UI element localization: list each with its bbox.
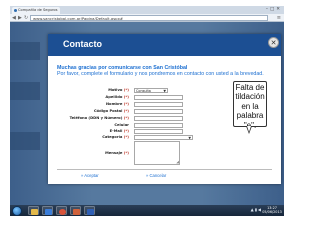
close-window-icon[interactable]: ✕: [276, 7, 282, 12]
taskbar-app-word[interactable]: [84, 206, 95, 215]
required-mark: (*): [123, 151, 129, 155]
clock-date: 05/06/2013: [262, 210, 282, 215]
apellido-input[interactable]: [134, 95, 183, 100]
resize-grip-icon[interactable]: ◢: [176, 160, 179, 165]
field-label-telefono: Teléfono (DDN y Número) (*): [69, 116, 129, 120]
windows-taskbar: ▲▮◀ 13:27 05/06/2013: [10, 205, 284, 216]
mensaje-textarea[interactable]: ◢: [134, 141, 180, 165]
field-label-nombre: Nombre (*): [105, 102, 129, 106]
close-modal-button[interactable]: ✕: [268, 37, 279, 48]
telefono-input[interactable]: [134, 116, 183, 121]
cancel-button[interactable]: » Cancelar: [146, 173, 166, 178]
powerpoint-icon: [73, 208, 80, 215]
modal-title: Contacto: [63, 39, 102, 49]
browser-menu-icon[interactable]: ≡: [277, 15, 281, 21]
taskbar-app-powerpoint[interactable]: [70, 206, 81, 215]
required-mark: (*): [123, 109, 129, 113]
annotation-callout: Falta de tildación en la palabra "e".: [233, 81, 267, 130]
background-banner: [10, 42, 40, 60]
taskbar-clock[interactable]: 13:27 05/06/2013: [262, 206, 282, 214]
instructions-text: Por favor, complete el formulario y nos …: [57, 71, 264, 77]
window-controls[interactable]: –□✕: [266, 7, 282, 12]
required-mark: (*): [123, 129, 129, 133]
browser-icon: [59, 208, 66, 215]
nombre-input[interactable]: [134, 102, 183, 107]
required-mark: (*): [123, 102, 129, 106]
email-input[interactable]: [134, 129, 183, 134]
browser-toolbar: ◀ ▶ ↻ www.sancristobal.com.ar/Pagina/Def…: [10, 14, 284, 22]
background-banner: [10, 132, 40, 150]
field-label-apellido: Apellido (*): [105, 95, 129, 99]
codigo-postal-input[interactable]: [134, 109, 183, 114]
required-mark: (*): [123, 88, 129, 92]
browser-tab[interactable]: Compañía de Seguros: [12, 7, 60, 14]
media-player-icon: [45, 208, 52, 215]
forward-icon[interactable]: ▶: [18, 15, 22, 21]
modal-footer: » Aceptar » Cancelar: [48, 167, 281, 184]
field-label-mensaje: Mensaje (*): [105, 151, 129, 155]
address-bar[interactable]: www.sancristobal.com.ar/Pagina/Default.a…: [30, 15, 268, 21]
categoria-select[interactable]: ▼: [134, 135, 193, 140]
word-icon: [87, 208, 94, 215]
chevron-down-icon: ▼: [163, 89, 166, 93]
back-icon[interactable]: ◀: [12, 15, 16, 21]
footer-divider: [57, 169, 272, 170]
start-button[interactable]: [12, 205, 22, 216]
site-favicon-icon: [13, 9, 17, 12]
folder-icon: [31, 208, 38, 215]
browser-tab-bar: Compañía de Seguros –□✕: [10, 6, 284, 14]
field-label-celular: Celular: [114, 123, 129, 127]
system-tray[interactable]: ▲▮◀: [251, 207, 262, 212]
required-mark: (*): [123, 116, 129, 120]
taskbar-app-media[interactable]: [42, 206, 53, 215]
required-mark: (*): [123, 95, 129, 99]
motivo-select[interactable]: Consulta ▼: [134, 88, 168, 93]
field-label-codigo-postal: Código Postal (*): [93, 109, 129, 113]
reload-icon[interactable]: ↻: [24, 15, 28, 21]
celular-input[interactable]: [134, 123, 183, 128]
tab-title: Compañía de Seguros: [18, 8, 58, 12]
taskbar-app-explorer[interactable]: [28, 206, 39, 215]
taskbar-app-browser[interactable]: [56, 206, 67, 215]
modal-header: Contacto ✕: [48, 34, 281, 56]
background-banner: [10, 82, 40, 100]
callout-pointer-fill: [246, 126, 251, 132]
chevron-down-icon: ▼: [188, 136, 191, 140]
required-mark: (*): [123, 135, 129, 139]
accept-button[interactable]: » Aceptar: [81, 173, 99, 178]
field-label-email: E-Mail (*): [109, 129, 129, 133]
field-label-motivo: Motivo (*): [108, 88, 129, 92]
field-label-categoria: Categoría (*): [102, 135, 129, 139]
